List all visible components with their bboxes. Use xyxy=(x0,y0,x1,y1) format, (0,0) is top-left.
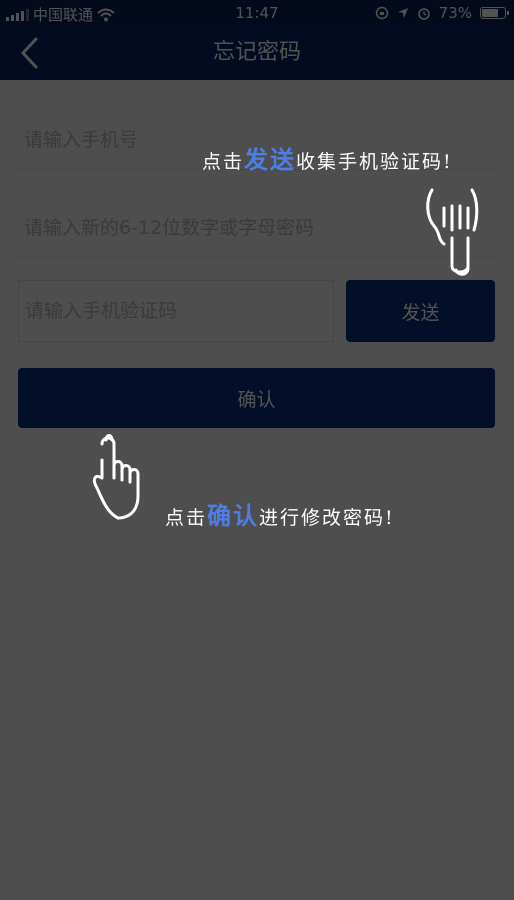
status-right: 73% xyxy=(375,4,509,22)
reset-password-form: 发送 确认 xyxy=(0,80,514,900)
new-password-input[interactable] xyxy=(18,198,496,257)
battery-icon xyxy=(480,7,509,19)
alarm-icon xyxy=(417,8,430,20)
confirm-button[interactable]: 确认 xyxy=(18,368,495,428)
code-row xyxy=(18,280,334,342)
phone-input[interactable] xyxy=(18,110,496,169)
password-row xyxy=(18,198,496,258)
phone-row xyxy=(18,110,496,170)
send-code-button[interactable]: 发送 xyxy=(346,280,495,342)
verification-code-input[interactable] xyxy=(19,281,333,341)
location-arrow-icon xyxy=(397,8,408,18)
page-title: 忘记密码 xyxy=(212,40,301,65)
status-bar: 中国联通 11:47 73% xyxy=(0,0,514,26)
battery-percent: 73% xyxy=(438,4,472,22)
rotation-lock-icon xyxy=(375,6,388,20)
nav-bar: 忘记密码 xyxy=(0,26,514,80)
